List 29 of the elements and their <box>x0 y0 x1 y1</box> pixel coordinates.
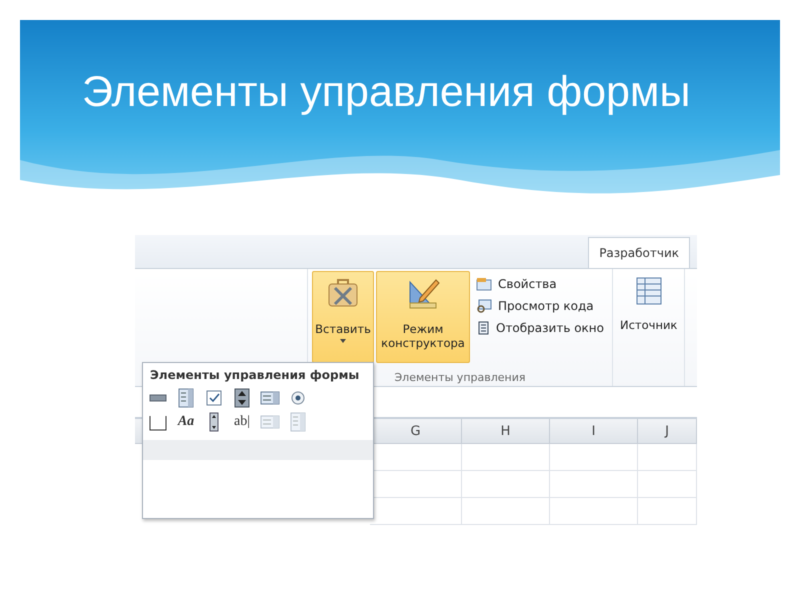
column-header[interactable]: J <box>638 419 697 443</box>
table-cell[interactable] <box>550 471 638 498</box>
table-cell[interactable] <box>462 471 550 498</box>
table-cell[interactable] <box>638 444 697 471</box>
properties-icon <box>476 277 492 291</box>
slide-title: Элементы управления формы <box>81 67 692 117</box>
ribbon-small-button[interactable]: Просмотр кода <box>476 299 604 313</box>
ribbon-button[interactable]: Режим конструктора <box>376 271 470 363</box>
panel-title: Элементы управления формы <box>149 367 360 384</box>
caret-icon <box>340 339 346 344</box>
column-header[interactable]: I <box>550 419 638 443</box>
table-cell[interactable] <box>638 471 697 498</box>
document-icon <box>476 321 490 335</box>
ribbon-button[interactable]: Вставить <box>312 271 374 363</box>
table-cell[interactable] <box>550 444 638 471</box>
group-label: Элементы управления <box>394 370 526 384</box>
ribbon-small-button[interactable]: Свойства <box>476 277 604 291</box>
table-cell[interactable] <box>462 498 550 525</box>
ribbon-tab[interactable]: Разработчик <box>588 237 690 268</box>
code-window-icon <box>476 299 492 313</box>
table-cell[interactable] <box>638 498 697 525</box>
text-box-icon[interactable]: ab| <box>231 412 253 432</box>
table-cell[interactable] <box>462 444 550 471</box>
column-header[interactable]: H <box>462 419 550 443</box>
ribbon-small-button[interactable]: Отобразить окно <box>476 321 604 335</box>
ribbon-button[interactable]: Источник <box>616 271 680 334</box>
table-icon <box>634 276 663 306</box>
table-cell[interactable] <box>550 498 638 525</box>
label-icon[interactable]: Aa <box>175 412 197 432</box>
